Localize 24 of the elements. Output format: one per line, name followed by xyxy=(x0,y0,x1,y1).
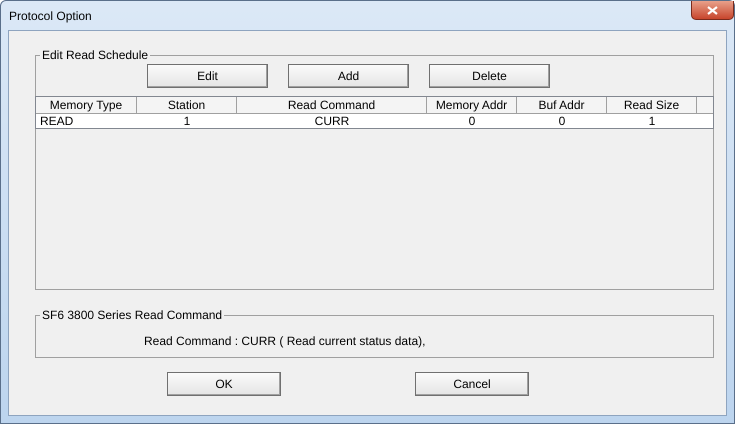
toolbar-button[interactable]: Add xyxy=(288,64,409,88)
close-icon xyxy=(707,6,718,14)
table-cell-text: 0 xyxy=(468,114,476,128)
table-cell-text: 1 xyxy=(182,114,192,128)
command-description: Read Command : CURR ( Read current status data), xyxy=(143,333,426,348)
column-header[interactable]: Memory Type xyxy=(36,97,137,113)
group-title: Edit Read Schedule xyxy=(41,48,150,62)
toolbar-button[interactable]: Edit xyxy=(147,64,268,88)
dialog-button[interactable]: Cancel xyxy=(415,372,529,396)
column-header[interactable]: Memory Addr xyxy=(427,97,517,113)
table-cell-text: 1 xyxy=(648,114,656,128)
dialog-button[interactable]: OK xyxy=(167,372,281,396)
table-cell-text: READ xyxy=(39,114,74,128)
toolbar-button[interactable]: Delete xyxy=(429,64,550,88)
column-header[interactable]: Buf Addr xyxy=(517,97,607,113)
close-button[interactable] xyxy=(691,1,734,20)
column-header[interactable]: Read Size xyxy=(607,97,697,113)
table-cell-text: CURR xyxy=(314,114,350,128)
column-header[interactable]: Read Command xyxy=(237,97,427,113)
schedule-list[interactable]: Memory Type Station Read Command Memory Addr Buf Addr Read Size READ 1 CURR 0 0 1 xyxy=(35,96,714,129)
group-title: SF6 3800 Series Read Command xyxy=(41,308,224,322)
window-title: Protocol Option xyxy=(8,8,92,22)
table-cell-text: 0 xyxy=(558,114,566,128)
column-header[interactable]: Station xyxy=(137,97,237,113)
